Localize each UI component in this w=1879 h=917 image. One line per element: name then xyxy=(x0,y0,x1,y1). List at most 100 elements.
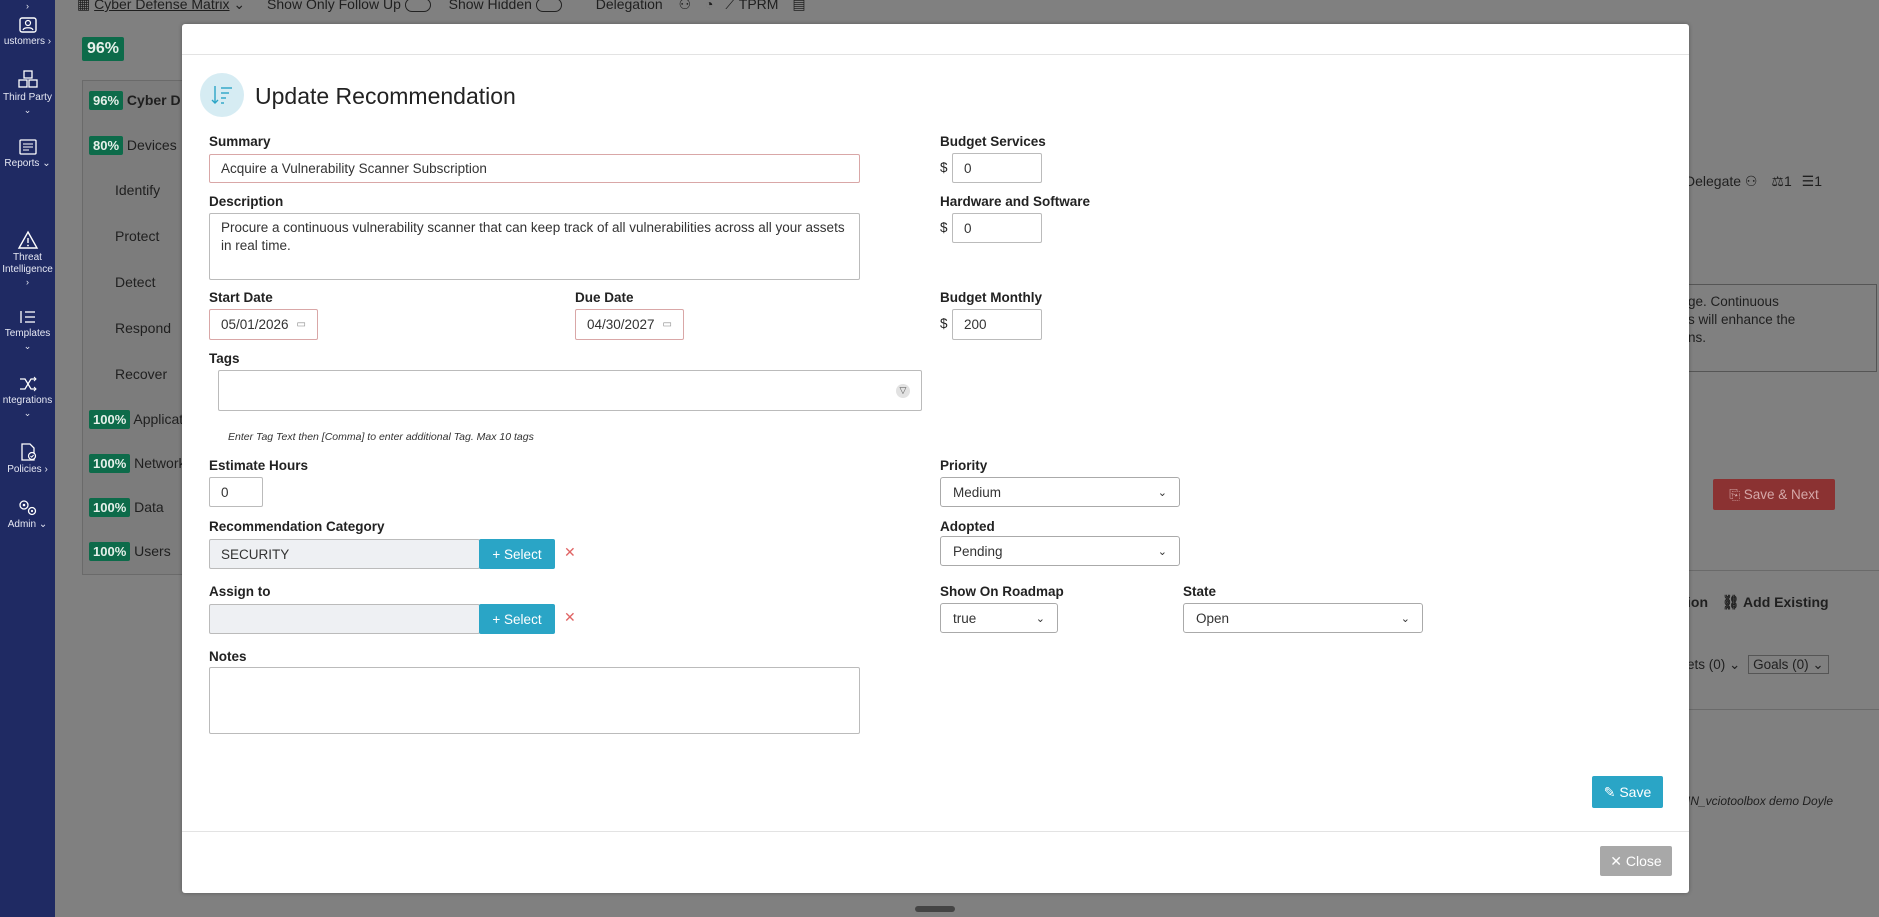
assign-to-input[interactable] xyxy=(209,604,480,634)
delegate-area[interactable]: Delegate ⚇ ⚖1 ☰1 xyxy=(1685,173,1822,190)
matrix-row[interactable]: 96% Cyber D xyxy=(89,91,181,110)
devices-row[interactable]: 80% Devices xyxy=(89,136,177,155)
clear-assign-icon[interactable]: ✕ xyxy=(564,609,576,626)
budget-services-input[interactable]: 0 xyxy=(952,153,1042,183)
hidden-toggle[interactable] xyxy=(535,0,562,13)
follow-up-toggle-label: Show Only Follow Up xyxy=(267,0,401,12)
save-next-button[interactable]: ⎘ Save & Next xyxy=(1713,479,1835,510)
warning-icon xyxy=(17,230,38,249)
data-row[interactable]: 100% Data xyxy=(89,498,164,517)
start-date-label: Start Date xyxy=(209,290,273,305)
tprm-link[interactable]: TPRM xyxy=(739,0,779,12)
add-existing-tab[interactable]: Add Existing xyxy=(1743,594,1829,610)
clear-category-icon[interactable]: ✕ xyxy=(564,544,576,561)
tags-input[interactable]: ▽ xyxy=(218,370,922,411)
sidebar-item-label: ustomers xyxy=(3,36,45,47)
applications-row[interactable]: 100% Applicat xyxy=(89,410,183,429)
tags-hint: Enter Tag Text then [Comma] to enter add… xyxy=(228,431,534,443)
delegate-label[interactable]: Delegate xyxy=(1685,173,1741,189)
matrix-dropdown[interactable]: Cyber Defense Matrix xyxy=(94,0,229,12)
list-icon xyxy=(19,311,35,323)
sidebar-item-label: Policies xyxy=(7,464,42,475)
gears-icon xyxy=(18,500,36,516)
modal-title: Update Recommendation xyxy=(255,83,516,109)
tab-partial[interactable]: ion xyxy=(1687,594,1708,610)
assets-filter[interactable]: ets (0) xyxy=(1687,657,1725,672)
chevron-down-icon[interactable]: ▽ xyxy=(896,383,910,398)
function-recover[interactable]: Recover xyxy=(115,366,167,382)
tags-label: Tags xyxy=(209,351,240,366)
notes-textarea[interactable] xyxy=(209,667,860,734)
sidebar-item-integrations[interactable]: ntegrations ⌄ xyxy=(0,375,55,419)
goals-filter[interactable]: Goals (0) ⌄ xyxy=(1748,655,1829,674)
currency-symbol: $ xyxy=(940,220,948,235)
function-protect[interactable]: Protect xyxy=(115,228,159,244)
pencil-icon: ✎ xyxy=(1603,783,1620,800)
users-icon xyxy=(18,17,37,33)
start-date-input[interactable]: 05/01/2026 ▭ xyxy=(209,309,318,340)
chevron-down-icon: ⌄ xyxy=(1035,612,1045,625)
add-user-icon[interactable]: ⚇ xyxy=(679,0,692,12)
function-respond[interactable]: Respond xyxy=(115,320,171,336)
file-check-icon xyxy=(20,443,36,461)
bg-description-box: ge. Continuous s will enhance the ns. xyxy=(1685,284,1877,372)
assign-select-button[interactable]: + Select xyxy=(479,604,555,634)
sort-icon xyxy=(200,73,244,117)
sidebar: › ustomers › Third Party ⌄ Reports ⌄ Thre… xyxy=(0,0,55,917)
category-input[interactable]: SECURITY xyxy=(209,539,480,569)
show-on-roadmap-select[interactable]: true ⌄ xyxy=(940,603,1058,633)
gauge-icon[interactable]: ◔ xyxy=(705,0,713,12)
table-icon[interactable]: ▤ xyxy=(792,0,805,12)
state-label: State xyxy=(1183,584,1217,599)
state-select[interactable]: Open ⌄ xyxy=(1183,603,1423,633)
sidebar-item-label: Admin xyxy=(7,519,37,530)
sidebar-item-templates[interactable]: Templates ⌄ xyxy=(0,308,55,352)
overall-score-badge: 96% xyxy=(82,37,125,61)
due-date-label: Due Date xyxy=(575,290,634,305)
sidebar-item-label: ntegrations xyxy=(2,395,53,406)
sidebar-item-reports[interactable]: Reports ⌄ xyxy=(0,138,55,170)
sidebar-item-admin[interactable]: Admin ⌄ xyxy=(0,497,55,531)
description-label: Description xyxy=(209,194,284,209)
description-textarea[interactable]: Procure a continuous vulnerability scann… xyxy=(209,213,860,280)
networks-row[interactable]: 100% Networks xyxy=(89,454,193,473)
close-icon: ✕ xyxy=(1610,852,1626,869)
notes-label: Notes xyxy=(209,649,247,664)
adopted-label: Adopted xyxy=(940,519,995,534)
budget-monthly-input[interactable]: 200 xyxy=(952,309,1042,340)
sidebar-item-third-party[interactable]: Third Party ⌄ xyxy=(0,70,55,116)
modal-top-divider xyxy=(182,54,1689,55)
category-select-button[interactable]: + Select xyxy=(479,539,555,569)
hardware-software-input[interactable]: 0 xyxy=(952,213,1042,243)
budget-monthly-label: Budget Monthly xyxy=(940,290,1042,305)
summary-input[interactable]: Acquire a Vulnerability Scanner Subscrip… xyxy=(209,154,860,183)
follow-up-toggle[interactable] xyxy=(404,0,431,13)
function-detect[interactable]: Detect xyxy=(115,274,155,290)
sidebar-item-label: Third Party xyxy=(3,92,52,103)
priority-select[interactable]: Medium ⌄ xyxy=(940,477,1180,507)
calendar-icon[interactable]: ▭ xyxy=(663,319,672,330)
close-button[interactable]: ✕ Close xyxy=(1600,846,1672,876)
delegation-link[interactable]: Delegation xyxy=(596,0,663,12)
sidebar-chevron-top[interactable]: › xyxy=(0,0,55,12)
bg-desc-line: s will enhance the xyxy=(1688,312,1796,327)
category-label: Recommendation Category xyxy=(209,519,385,534)
estimate-hours-input[interactable]: 0 xyxy=(209,477,263,507)
calendar-icon[interactable]: ▭ xyxy=(297,319,306,330)
chevron-down-icon: ⌄ xyxy=(1157,545,1167,558)
save-button[interactable]: ✎ Save xyxy=(1592,776,1663,808)
shuffle-icon xyxy=(19,376,37,392)
drag-handle[interactable] xyxy=(915,906,955,912)
due-date-input[interactable]: 04/30/2027 ▭ xyxy=(575,309,684,340)
budget-services-label: Budget Services xyxy=(940,134,1046,149)
function-identify[interactable]: Identify xyxy=(115,182,160,198)
sidebar-item-customers[interactable]: ustomers › xyxy=(0,16,55,48)
sidebar-item-policies[interactable]: Policies › xyxy=(0,442,55,476)
adopted-select[interactable]: Pending ⌄ xyxy=(940,536,1180,566)
sidebar-item-threat-intelligence[interactable]: Threat Intelligence › xyxy=(0,230,55,288)
users-row[interactable]: 100% Users xyxy=(89,542,171,561)
priority-label: Priority xyxy=(940,458,988,473)
bg-tabs: ion ⛓ Add Existing xyxy=(1687,594,1829,611)
hardware-software-label: Hardware and Software xyxy=(940,194,1091,209)
topbar: ▦ Cyber Defense Matrix ⌄ Show Only Follo… xyxy=(77,0,806,13)
